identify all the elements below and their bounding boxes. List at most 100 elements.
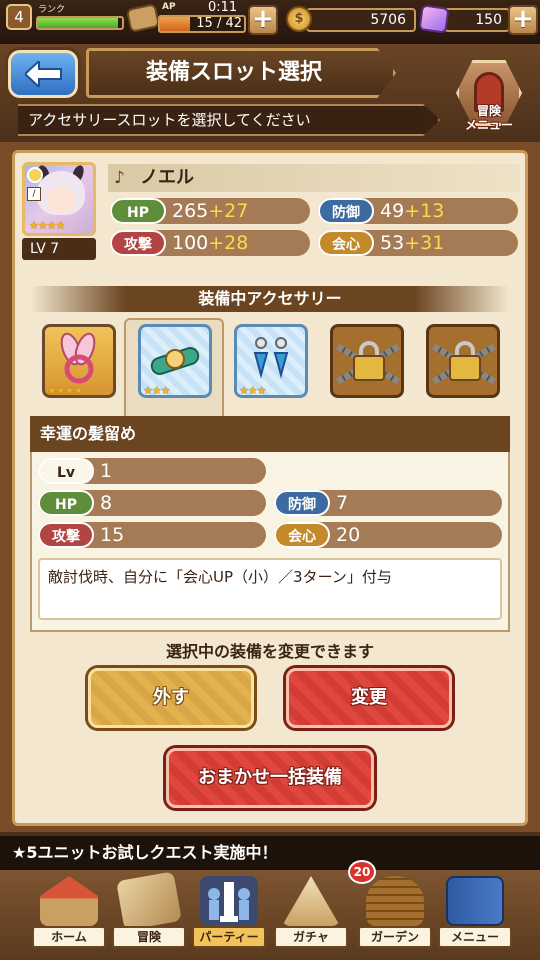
chess-pieces-icon [200,876,258,926]
stat-crit: 会心 53+31 [318,230,518,256]
auto-equip-button[interactable]: おまかせ一括装備 [166,748,374,808]
subtitle-plate: アクセサリースロットを選択してください [18,104,440,136]
item-level-label: Lv [38,458,94,484]
house-icon [40,876,98,926]
accessories-heading: 装備中アクセサリー [198,289,342,308]
item-attack-value: 15 [100,524,125,546]
stat-defense-label: 防御 [318,198,374,224]
nav-party-label: パーティー [192,926,266,948]
stat-hp: HP 265+27 [110,198,310,224]
stat-hp-bonus: +27 [208,200,249,222]
change-button[interactable]: 変更 [286,668,452,728]
item-crit-label: 会心 [274,522,330,548]
character-face [47,187,75,213]
ap-timer: 0:11 [208,0,238,15]
stat-defense-bonus: +13 [404,200,445,222]
item-defense-value: 7 [336,492,349,514]
gem-amount: 150 [444,8,510,32]
stat-hp-label: HP [110,198,166,224]
item-hp-value: 8 [100,492,113,514]
stat-hp-value: 265+27 [172,198,248,224]
lock-icon [449,355,481,381]
locked-slot-4[interactable] [330,324,404,398]
news-ticker[interactable]: ★5ユニットお試しクエスト実施中！ [0,836,540,870]
stat-crit-value: 53+31 [380,230,444,256]
stat-crit-label: 会心 [318,230,374,256]
locked-slot-5[interactable] [426,324,500,398]
book-icon [446,876,504,926]
character-name: ノエル [140,167,194,188]
nav-home[interactable]: ホーム [30,872,108,958]
stat-attack-base: 100 [172,232,209,254]
item-name: 幸運の髪留め [30,416,510,452]
stat-crit-base: 53 [380,232,405,254]
stat-crit-bonus: +31 [404,232,445,254]
nav-adventure[interactable]: 冒険 [110,871,188,958]
item-attack-label: 攻撃 [38,522,94,548]
item-level-value: 1 [100,460,113,482]
character-rarity-stars: ★★★★ [29,219,65,232]
adventure-menu-button[interactable]: 冒険 メニュー [450,60,528,140]
character-name-bar: ♪ ノエル [108,164,520,192]
music-note-icon: ♪ [114,168,125,188]
nav-garden[interactable]: ガーデン [356,872,434,958]
slot-1-stars: ★★★★ [47,384,83,397]
slot-2-stars: ★★★ [143,384,171,397]
adventure-menu-label: 冒険 メニュー [464,104,513,132]
accessories-heading-bar: 装備中アクセサリー [30,286,510,312]
gold-amount: 5706 [306,8,416,32]
item-stat-attack: 攻撃 15 [38,522,266,548]
light-element-icon [27,167,43,183]
stat-attack-label: 攻撃 [110,230,166,256]
ap-add-button[interactable]: + [248,5,278,35]
item-crit-value: 20 [336,524,361,546]
item-stat-crit: 会心 20 [274,522,502,548]
rank-label: ランク [38,5,66,15]
ap-label: AP [162,2,176,12]
page-title: 装備スロット選択 [145,60,322,85]
item-defense-label: 防御 [274,490,330,516]
item-stat-hp: HP 8 [38,490,266,516]
item-effect-text: 敵討伐時、自分に「会心UP（小）／3ターン」付与 [38,558,502,620]
rank-level: 4 [6,4,32,30]
nav-adventure-label: 冒険 [112,926,186,948]
accessory-slot-1[interactable]: ★★★★ [42,324,116,398]
slot-3-stars: ★★★ [239,384,267,397]
gacha-tent-icon [282,876,340,926]
sword-class-icon: / [27,187,41,201]
rank-progress-bar [36,16,124,30]
crystal-earring-icon [253,337,289,379]
stat-defense-base: 49 [380,200,405,222]
stat-attack-value: 100+28 [172,230,248,256]
change-note: 選択中の装備を変更できます [165,642,374,661]
gold-coin-icon: $ [286,6,312,32]
ap-value: 15 / 42 [196,16,242,31]
back-arrow-icon [25,61,62,87]
remove-button[interactable]: 外す [88,668,254,728]
rank-progress-fill [38,18,118,28]
character-portrait[interactable]: / ★★★★ [22,162,96,236]
stat-defense-value: 49+13 [380,198,444,224]
stat-defense: 防御 49+13 [318,198,518,224]
nav-garden-label: ガーデン [358,926,432,948]
nav-gacha-label: ガチャ [274,926,348,948]
hair-clip-icon [150,347,200,375]
back-button[interactable] [8,50,78,98]
map-scroll-icon [116,871,182,931]
accessory-slot-3[interactable]: ★★★ [234,324,308,398]
stat-attack: 攻撃 100+28 [110,230,310,256]
title-plate: 装備スロット選択 [86,48,396,98]
accessory-slot-2[interactable]: ★★★ [138,324,212,398]
character-level: LV 7 [22,238,96,260]
item-level: Lv 1 [38,458,266,484]
lock-icon [353,355,385,381]
page-subtitle: アクセサリースロットを選択してください [28,111,311,129]
nav-gacha[interactable]: ガチャ [272,872,350,958]
gem-add-button[interactable]: + [508,5,538,35]
nav-menu[interactable]: メニュー [436,872,514,958]
stat-attack-bonus: +28 [208,232,249,254]
nav-party[interactable]: パーティー [190,872,268,958]
basket-icon [366,876,424,926]
garden-badge: 20 [348,860,376,884]
gem-icon [418,4,450,34]
